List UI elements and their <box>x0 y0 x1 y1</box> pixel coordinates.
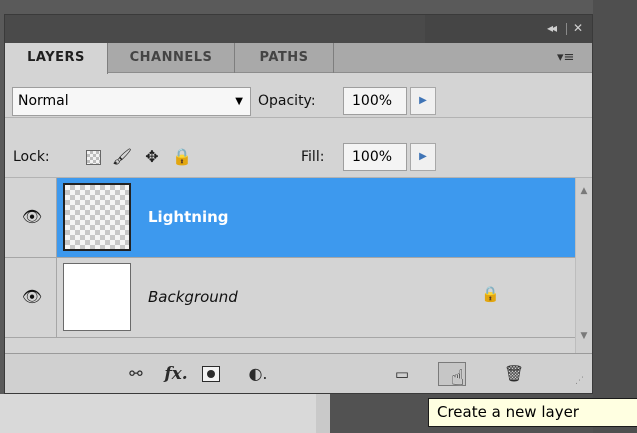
link-layers-icon[interactable]: ⚯ <box>121 362 151 386</box>
tab-layers[interactable]: LAYERS <box>5 43 108 74</box>
workspace-background <box>593 0 637 433</box>
opacity-slider-button[interactable]: ▶ <box>410 87 436 115</box>
layer-name[interactable]: Lightning <box>148 206 229 228</box>
trash-icon[interactable]: 🗑 <box>501 362 527 386</box>
workspace-bottom-left <box>0 394 330 433</box>
adjustment-layer-icon[interactable]: ◐. <box>243 362 273 386</box>
blend-mode-value: Normal <box>18 93 69 109</box>
opacity-input[interactable]: 100% <box>343 87 407 115</box>
hand-cursor-icon: ☝ <box>451 366 465 391</box>
panel-menu-icon[interactable]: ▾≡ <box>557 50 574 65</box>
panel-tabs: LAYERS CHANNELS PATHS ▾≡ <box>5 43 592 74</box>
layers-toolbar: ⚯ fx. ◐. ▭ ☝ 🗑 ⋰ <box>5 353 592 393</box>
visibility-toggle[interactable]: 👁 <box>5 258 57 337</box>
layer-row-background[interactable]: 👁 Background 🔒 <box>5 258 575 338</box>
panel-titlebar[interactable]: ◂◂ ✕ <box>5 15 592 43</box>
tooltip: Create a new layer <box>428 398 637 427</box>
layer-lock-icon: 🔒 <box>481 285 500 303</box>
layer-row-lightning[interactable]: 👁 Lightning <box>5 178 575 258</box>
lock-transparent-pixels-icon[interactable] <box>86 150 101 165</box>
lock-label: Lock: <box>13 149 50 165</box>
group-folder-icon[interactable]: ▭ <box>389 362 415 386</box>
scroll-up-arrow-icon[interactable]: ▲ <box>576 183 592 199</box>
lock-fill-row: Lock: 🖌 ✥ 🔒 Fill: 100% ▶ <box>5 118 592 178</box>
collapse-arrows-icon[interactable]: ◂◂ <box>547 20 557 36</box>
lock-position-icon[interactable]: ✥ <box>141 146 163 168</box>
close-icon[interactable]: ✕ <box>573 20 583 36</box>
scroll-down-arrow-icon[interactable]: ▼ <box>576 328 592 344</box>
fx-icon[interactable]: fx. <box>161 362 191 386</box>
layer-mask-icon[interactable] <box>202 366 220 382</box>
tab-channels[interactable]: CHANNELS <box>108 43 235 73</box>
fill-slider-button[interactable]: ▶ <box>410 143 436 171</box>
visibility-toggle[interactable]: 👁 <box>5 178 57 257</box>
tab-paths[interactable]: PATHS <box>235 43 334 73</box>
titlebar-divider <box>566 23 567 35</box>
fill-input[interactable]: 100% <box>343 143 407 171</box>
titlebar-shade <box>5 15 425 43</box>
fill-label: Fill: <box>301 149 325 165</box>
workspace-bottom-strip <box>316 394 330 433</box>
lock-all-icon[interactable]: 🔒 <box>171 146 193 168</box>
layer-thumbnail <box>63 183 131 251</box>
blend-mode-select[interactable]: Normal ▼ <box>12 87 251 116</box>
eye-icon: 👁 <box>21 287 43 306</box>
layers-list: 👁 Lightning 👁 Background 🔒 ▲ ▼ <box>5 178 592 353</box>
layer-name[interactable]: Background <box>148 286 238 308</box>
layers-scrollbar[interactable]: ▲ ▼ <box>575 178 592 353</box>
chevron-down-icon: ▼ <box>235 96 243 107</box>
opacity-label: Opacity: <box>258 93 316 109</box>
eye-icon: 👁 <box>21 207 43 226</box>
fx-label: fx <box>164 364 182 384</box>
lock-image-pixels-icon[interactable]: 🖌 <box>111 146 133 168</box>
resize-grip-icon[interactable]: ⋰ <box>575 376 584 386</box>
layer-thumbnail <box>63 263 131 331</box>
blend-options-row: Normal ▼ Opacity: 100% ▶ <box>5 74 592 118</box>
layers-panel: ◂◂ ✕ LAYERS CHANNELS PATHS ▾≡ Normal ▼ O… <box>4 14 593 394</box>
